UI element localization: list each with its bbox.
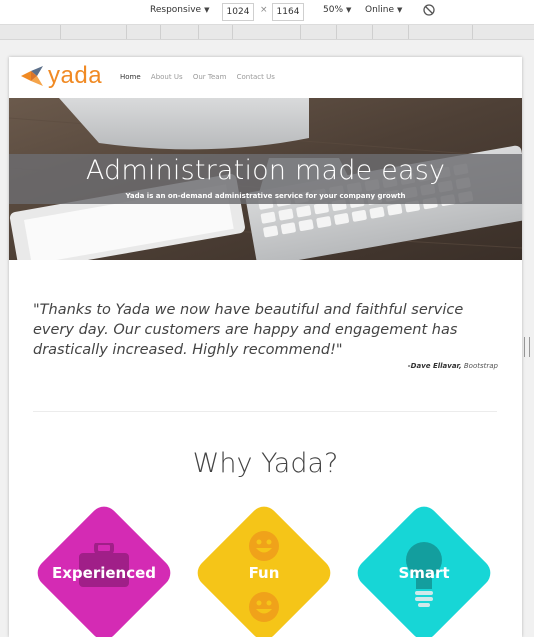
testimonial-quote: "Thanks to Yada we now have beautiful an… <box>33 302 464 358</box>
nav-our-team[interactable]: Our Team <box>193 73 227 81</box>
testimonial-company: Bootstrap <box>463 362 498 370</box>
nav-home[interactable]: Home <box>120 73 141 81</box>
feature-label: Fun <box>248 564 280 582</box>
dimension-separator: × <box>260 5 268 15</box>
device-label: Responsive <box>150 5 202 15</box>
device-select[interactable]: Responsive ▼ <box>150 5 209 15</box>
rotate-icon[interactable] <box>422 3 436 20</box>
feature-tile-fun[interactable]: Fun <box>191 500 337 637</box>
testimonial-citation: -Dave Ellavar, Bootstrap <box>289 362 498 370</box>
width-input[interactable]: 1024 <box>222 3 254 21</box>
logo-text: yada <box>48 62 103 89</box>
height-input[interactable]: 1164 <box>272 3 304 21</box>
logo-mark-icon <box>21 66 43 86</box>
hero-banner: Administration made easy Yada is an on-d… <box>9 98 522 260</box>
hero-title: Administration made easy <box>85 155 446 186</box>
feature-label: Smart <box>398 564 450 582</box>
feature-tile-experienced[interactable]: Experienced <box>31 500 177 637</box>
smiley-icon <box>249 592 279 622</box>
navbar: yada Home About Us Our Team Contact Us <box>9 57 522 98</box>
caret-down-icon: ▼ <box>346 6 352 14</box>
why-heading: Why Yada? <box>192 448 339 479</box>
feature-tile-smart[interactable]: Smart <box>351 500 497 637</box>
page-viewport: yada Home About Us Our Team Contact Us A… <box>9 57 522 637</box>
media-query-ruler <box>0 25 534 40</box>
caret-down-icon: ▼ <box>397 6 403 14</box>
testimonial-author: -Dave Ellavar, <box>407 362 462 370</box>
resize-handle[interactable] <box>524 337 530 357</box>
hero-subtitle: Yada is an on-demand administrative serv… <box>125 192 406 200</box>
network-throttle-select[interactable]: Online ▼ <box>365 5 402 15</box>
zoom-label: 50% <box>323 5 344 15</box>
caret-down-icon: ▼ <box>204 6 210 14</box>
nav-links: Home About Us Our Team Contact Us <box>120 73 283 81</box>
nav-about-us[interactable]: About Us <box>151 73 183 81</box>
zoom-select[interactable]: 50% ▼ <box>323 5 351 15</box>
network-label: Online <box>365 5 395 15</box>
section-divider <box>33 411 497 412</box>
feature-label: Experienced <box>51 564 157 582</box>
smiley-icon <box>249 531 279 561</box>
devtools-toolbar: Responsive ▼ 1024 × 1164 50% ▼ Online ▼ <box>0 0 534 25</box>
nav-contact-us[interactable]: Contact Us <box>237 73 275 81</box>
